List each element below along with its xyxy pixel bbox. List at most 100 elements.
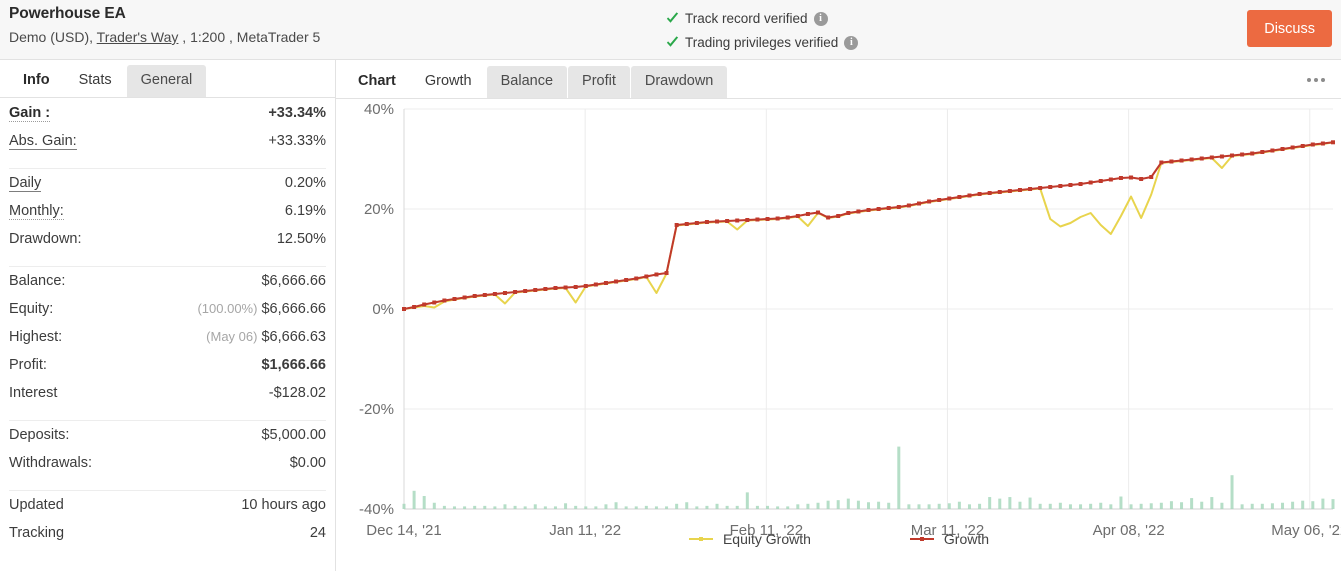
stats-group-gain: Gain : +33.34% Abs. Gain: +33.33% — [9, 98, 326, 161]
volume-bar — [1230, 475, 1234, 509]
stat-value: 12.50% — [276, 231, 326, 247]
info-icon[interactable]: i — [844, 35, 859, 50]
account-leverage-platform: , 1:200 , MetaTrader 5 — [178, 29, 321, 45]
volume-bar — [1281, 502, 1285, 509]
volume-bar — [1018, 501, 1022, 509]
tab-info[interactable]: Info — [9, 65, 64, 97]
tab-chart[interactable]: Chart — [344, 66, 410, 98]
volume-bar — [1331, 499, 1335, 509]
volume-bar — [846, 498, 850, 509]
volume-bar — [614, 502, 618, 509]
series-marker — [1179, 158, 1184, 163]
tab-balance[interactable]: Balance — [486, 66, 568, 98]
stat-row-tracking: Tracking 24 — [9, 525, 326, 553]
volume-bar — [1311, 501, 1315, 509]
series-marker — [1038, 186, 1043, 190]
series-marker — [634, 276, 639, 281]
page-body: Info Stats General Gain : +33.34% Abs. G… — [0, 60, 1341, 571]
stat-row-withdrawals: Withdrawals: $0.00 — [9, 455, 326, 483]
volume-bar — [624, 506, 628, 509]
volume-bar — [776, 506, 780, 509]
series-marker — [432, 300, 437, 305]
volume-bar — [988, 497, 992, 509]
series-marker — [674, 223, 679, 227]
volume-bar — [1109, 504, 1113, 509]
tab-stats[interactable]: Stats — [64, 65, 126, 97]
stat-label: Profit: — [9, 357, 47, 373]
volume-bar — [422, 496, 426, 509]
series-marker — [563, 285, 568, 290]
growth-chart-svg: -40%-20%0%20%40%Dec 14, '21 Jan 11, '22 Fe… — [359, 101, 1341, 539]
dot — [1314, 78, 1318, 82]
stats-list: Gain : +33.34% Abs. Gain: +33.33% Daily … — [0, 98, 335, 553]
broker-link[interactable]: Trader's Way — [97, 29, 179, 45]
volume-bar — [816, 502, 820, 509]
series-marker — [1068, 183, 1073, 187]
series-marker — [886, 206, 891, 210]
stat-value: $1,666.66 — [261, 357, 326, 373]
discuss-button[interactable]: Discuss — [1247, 10, 1332, 47]
tab-growth[interactable]: Growth — [410, 66, 486, 98]
volume-bar — [513, 505, 517, 509]
volume-bar — [796, 504, 800, 509]
series-marker — [1108, 177, 1113, 182]
sidebar-tabbar: Info Stats General — [0, 60, 335, 98]
tab-drawdown[interactable]: Drawdown — [630, 66, 728, 98]
verification-label: Trading privileges verified — [685, 35, 839, 50]
stat-value: $5,000.00 — [261, 427, 326, 443]
series-marker — [593, 282, 598, 287]
stat-label: Gain : — [9, 105, 51, 122]
volume-bar — [998, 498, 1002, 509]
volume-bar — [867, 502, 870, 509]
stat-value-amount: $6,666.63 — [261, 329, 326, 345]
stat-label: Tracking — [9, 525, 65, 541]
volume-bar — [1139, 503, 1143, 509]
legend-item-equity-growth[interactable]: Equity Growth — [688, 531, 811, 547]
y-axis-tick-label: 0% — [372, 301, 394, 318]
volume-bar — [594, 506, 598, 509]
divider — [9, 266, 326, 267]
series-marker — [1007, 189, 1012, 193]
volume-bar — [826, 500, 830, 509]
volume-bar — [967, 504, 971, 509]
volume-bar — [1169, 501, 1173, 509]
volume-bar — [685, 502, 689, 509]
volume-bar — [402, 503, 406, 509]
account-meta: Demo (USD), Trader's Way , 1:200 , MetaT… — [9, 29, 320, 45]
growth-chart[interactable]: -40% -20% 0% 20% 40% Dec 14, '21 Jan 11, '22 Fe… — [336, 99, 1341, 571]
volume-bar — [786, 506, 790, 509]
tab-general[interactable]: General — [126, 65, 207, 97]
volume-bar — [705, 505, 709, 509]
volume-bar — [715, 503, 719, 509]
y-axis-tick-label: 20% — [364, 201, 394, 218]
series-marker — [745, 218, 750, 222]
series-marker — [452, 297, 457, 301]
series-marker — [1331, 140, 1335, 145]
volume-bar — [543, 506, 547, 509]
series-marker — [1088, 180, 1093, 185]
volume-bar — [634, 506, 638, 509]
stat-value: 10 hours ago — [241, 497, 326, 513]
legend-item-growth[interactable]: Growth — [909, 531, 989, 547]
volume-bar — [503, 504, 507, 509]
series-marker — [836, 214, 841, 218]
volume-bar — [887, 502, 891, 509]
series-marker — [916, 201, 921, 206]
kebab-menu-icon[interactable] — [1299, 68, 1333, 92]
volume-bar — [1200, 501, 1204, 509]
stat-value: 24 — [309, 525, 326, 541]
series-marker — [876, 207, 881, 211]
info-icon[interactable]: i — [813, 11, 828, 26]
chart-panel: Chart Growth Balance Profit Drawdown -40… — [336, 60, 1341, 571]
volume-bar — [1008, 497, 1012, 509]
tab-profit[interactable]: Profit — [568, 66, 630, 98]
series-marker — [694, 221, 699, 225]
dot — [1307, 78, 1311, 82]
series-marker — [492, 292, 497, 296]
stat-row-deposits: Deposits: $5,000.00 — [9, 427, 326, 455]
stat-value-amount: $6,666.66 — [261, 301, 326, 317]
series-marker — [906, 203, 911, 208]
volume-bar — [1250, 503, 1254, 509]
volume-bar — [473, 505, 477, 509]
legend-label: Growth — [943, 531, 990, 547]
